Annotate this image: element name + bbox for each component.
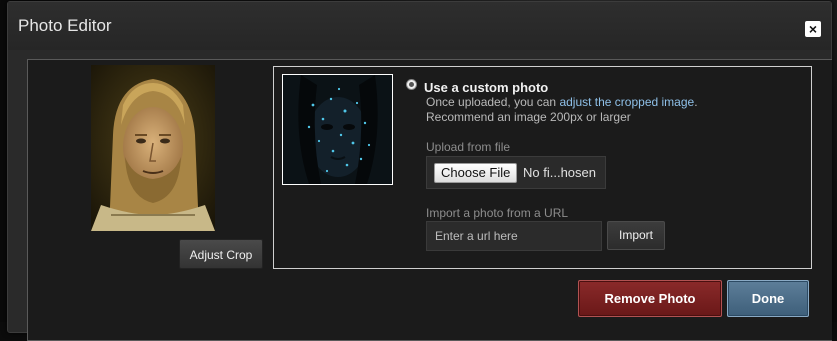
upload-from-file-label: Upload from file xyxy=(426,140,511,154)
photo-editor-dialog: Photo Editor × Adjust Crop Use a custom … xyxy=(7,1,832,341)
adjust-cropped-image-link[interactable]: adjust the cropped image xyxy=(559,95,694,109)
remove-photo-button[interactable]: Remove Photo xyxy=(578,280,722,317)
hint-suffix: . xyxy=(694,95,698,109)
url-input[interactable] xyxy=(426,221,602,251)
custom-photo-hint: Once uploaded, you can adjust the croppe… xyxy=(426,95,698,109)
file-upload-field: Choose File No fi...hosen xyxy=(426,156,606,189)
import-url-label: Import a photo from a URL xyxy=(426,206,569,220)
custom-photo-thumbnail xyxy=(282,74,393,185)
hint-prefix: Once uploaded, you can xyxy=(426,95,560,109)
close-icon[interactable]: × xyxy=(805,21,821,37)
no-file-chosen-text: No fi...hosen xyxy=(523,165,596,180)
choose-file-button[interactable]: Choose File xyxy=(434,163,518,183)
custom-photo-radio[interactable] xyxy=(406,79,417,90)
current-photo xyxy=(91,65,215,231)
dialog-content: Adjust Crop Use a custom photo Once uplo… xyxy=(27,59,832,341)
import-button[interactable]: Import xyxy=(607,221,665,250)
custom-photo-panel: Use a custom photo Once uploaded, you ca… xyxy=(273,66,812,269)
done-button[interactable]: Done xyxy=(727,280,809,317)
custom-photo-title: Use a custom photo xyxy=(424,80,549,95)
dialog-titlebar: Photo Editor × xyxy=(8,2,831,50)
dialog-title: Photo Editor xyxy=(18,16,112,35)
adjust-crop-button[interactable]: Adjust Crop xyxy=(179,239,263,269)
size-recommendation: Recommend an image 200px or larger xyxy=(426,110,631,124)
